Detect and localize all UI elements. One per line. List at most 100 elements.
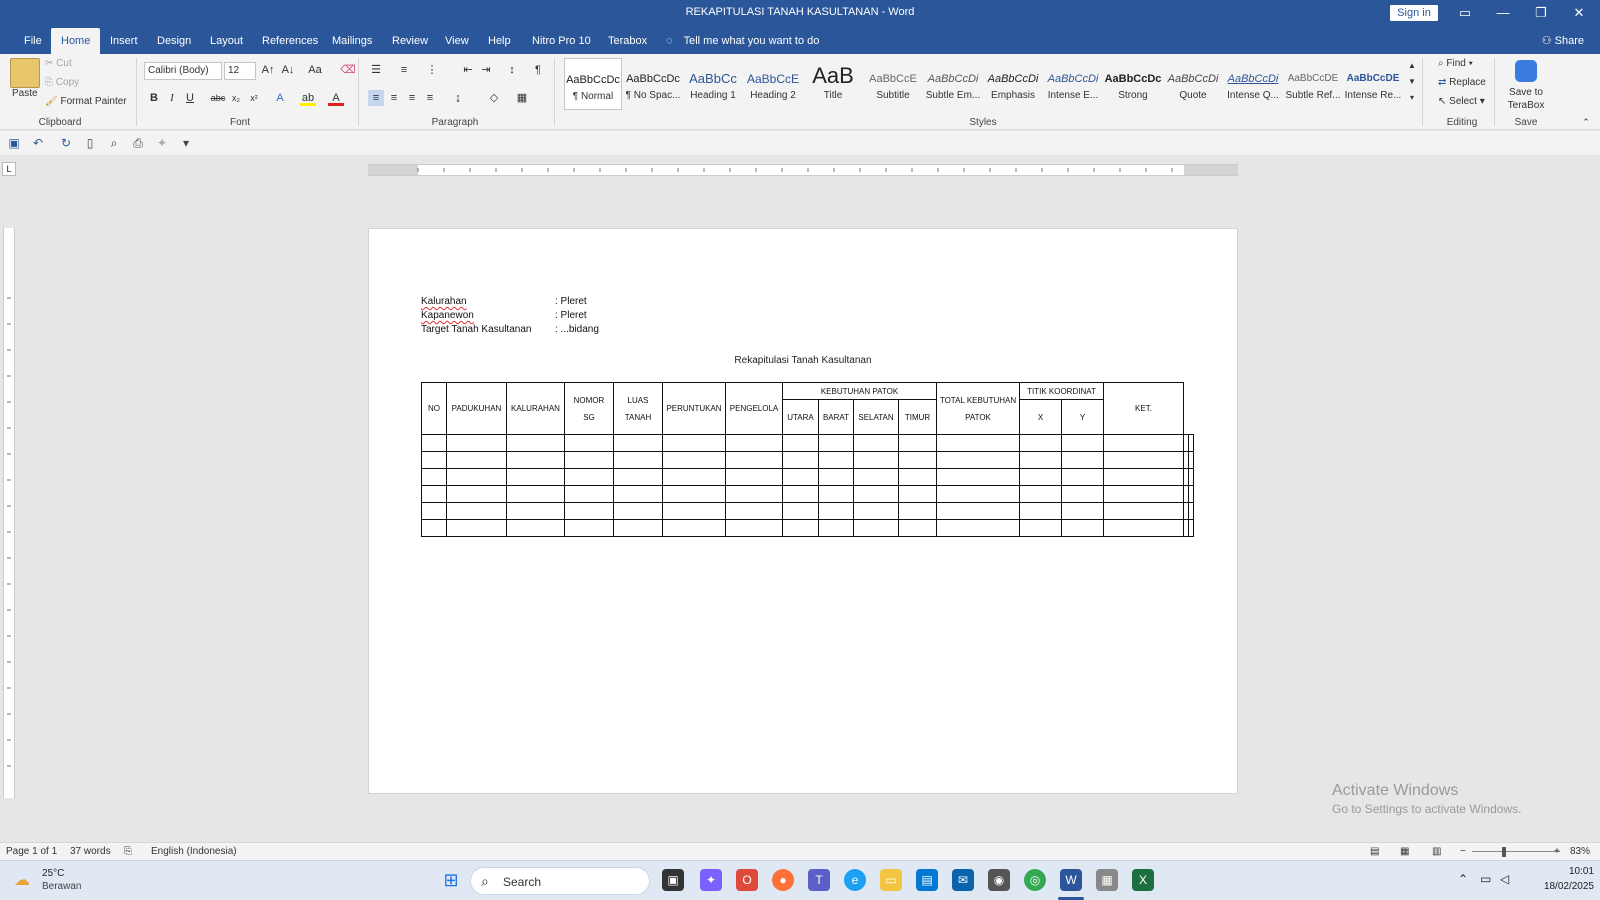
rekap-table[interactable]: NO PADUKUHAN KALURAHAN NOMOR SG LUAS TAN… <box>421 382 1194 537</box>
style-heading-2[interactable]: AaBbCcE Heading 2 <box>744 58 802 110</box>
table-cell[interactable] <box>782 434 819 452</box>
paste-icon[interactable] <box>10 58 40 88</box>
firefox-icon[interactable]: ● <box>772 869 794 891</box>
show-marks-icon[interactable]: ¶ <box>530 62 546 78</box>
table-cell[interactable] <box>1103 451 1184 469</box>
table-cell[interactable] <box>936 468 1020 486</box>
tab-design[interactable]: Design <box>147 28 201 54</box>
paste-button[interactable]: Paste <box>12 88 38 99</box>
chrome-icon[interactable]: ◎ <box>1024 869 1046 891</box>
close-button[interactable]: ✕ <box>1566 3 1592 23</box>
table-cell[interactable] <box>564 519 614 537</box>
nitro-icon[interactable]: ✦ <box>154 135 170 151</box>
tab-terabox[interactable]: Terabox <box>598 28 657 54</box>
zoom-level[interactable]: 83% <box>1570 846 1590 857</box>
italic-icon[interactable]: I <box>164 90 180 106</box>
table-cell[interactable] <box>421 485 447 503</box>
minimize-button[interactable]: — <box>1490 3 1516 23</box>
table-cell[interactable] <box>1188 468 1194 486</box>
terabox-icon[interactable] <box>1515 60 1537 82</box>
table-row[interactable] <box>421 434 1194 452</box>
redo-icon[interactable]: ↻ <box>58 135 74 151</box>
table-cell[interactable] <box>725 485 783 503</box>
undo-icon[interactable]: ↶ <box>30 135 46 151</box>
save-icon[interactable]: ▣ <box>6 135 22 151</box>
justify-icon[interactable]: ≡ <box>422 90 438 106</box>
table-cell[interactable] <box>818 468 854 486</box>
font-color-icon[interactable]: A <box>328 90 344 106</box>
style-emphasis[interactable]: AaBbCcDi Emphasis <box>984 58 1042 110</box>
table-cell[interactable] <box>1188 502 1194 520</box>
table-cell[interactable] <box>818 434 854 452</box>
table-cell[interactable] <box>446 468 507 486</box>
horizontal-ruler[interactable] <box>368 164 1238 176</box>
tab-insert[interactable]: Insert <box>100 28 148 54</box>
table-cell[interactable] <box>1019 519 1062 537</box>
table-cell[interactable] <box>782 485 819 503</box>
restore-button[interactable]: ❐ <box>1528 3 1554 23</box>
table-cell[interactable] <box>782 502 819 520</box>
table-cell[interactable] <box>1061 519 1104 537</box>
find-button[interactable]: ⌕ Find ▾ <box>1438 58 1473 69</box>
underline-icon[interactable]: U <box>182 90 198 106</box>
superscript-icon[interactable]: x² <box>246 90 262 106</box>
table-cell[interactable] <box>898 468 937 486</box>
font-size-dropdown[interactable]: 12 <box>224 62 256 80</box>
table-body[interactable] <box>421 434 1194 537</box>
share-button[interactable]: ⚇ Share <box>1542 28 1584 54</box>
office-icon[interactable]: O <box>736 869 758 891</box>
table-cell[interactable] <box>818 502 854 520</box>
table-cell[interactable] <box>1061 468 1104 486</box>
network-icon[interactable]: ▭ <box>1480 872 1491 886</box>
table-cell[interactable] <box>936 434 1020 452</box>
zoom-slider-track[interactable] <box>1472 851 1560 852</box>
table-cell[interactable] <box>818 451 854 469</box>
table-cell[interactable] <box>725 468 783 486</box>
zoom-in-icon[interactable]: + <box>1554 846 1560 857</box>
document-page[interactable]: Kalurahan : Pleret Kapanewon : Pleret Ta… <box>368 228 1238 794</box>
table-cell[interactable] <box>446 519 507 537</box>
style-title[interactable]: AaB Title <box>804 58 862 110</box>
teams-icon[interactable]: T <box>808 869 830 891</box>
page-count[interactable]: Page 1 of 1 <box>6 846 57 857</box>
read-mode-icon[interactable]: ▤ <box>1370 846 1379 857</box>
table-row[interactable] <box>421 502 1194 520</box>
tab-selector-icon[interactable]: L <box>2 162 16 176</box>
file-explorer-icon[interactable]: ▭ <box>880 869 902 891</box>
table-cell[interactable] <box>613 451 663 469</box>
table-cell[interactable] <box>662 468 726 486</box>
tab-references[interactable]: References <box>252 28 328 54</box>
table-cell[interactable] <box>782 468 819 486</box>
style-no-spacing[interactable]: AaBbCcDc ¶ No Spac... <box>624 58 682 110</box>
style-strong[interactable]: AaBbCcDc Strong <box>1104 58 1162 110</box>
tab-review[interactable]: Review <box>382 28 438 54</box>
table-cell[interactable] <box>1019 451 1062 469</box>
table-cell[interactable] <box>936 485 1020 503</box>
language[interactable]: English (Indonesia) <box>151 846 237 857</box>
align-left-icon[interactable]: ≡ <box>368 90 384 106</box>
vertical-ruler[interactable] <box>3 228 15 798</box>
table-cell[interactable] <box>853 485 899 503</box>
table-cell[interactable] <box>506 451 565 469</box>
taskbar-search[interactable]: ⌕ Search <box>470 867 650 895</box>
clock-date[interactable]: 18/02/2025 <box>1530 881 1594 892</box>
table-cell[interactable] <box>898 502 937 520</box>
table-cell[interactable] <box>446 485 507 503</box>
table-cell[interactable] <box>662 502 726 520</box>
table-cell[interactable] <box>1103 434 1184 452</box>
font-name-dropdown[interactable]: Calibri (Body) <box>144 62 222 80</box>
style-intense-emphasis[interactable]: AaBbCcDi Intense E... <box>1044 58 1102 110</box>
table-cell[interactable] <box>506 434 565 452</box>
windows-start-icon[interactable]: ⊞ <box>440 869 462 891</box>
table-cell[interactable] <box>1019 485 1062 503</box>
tab-help[interactable]: Help <box>478 28 521 54</box>
table-cell[interactable] <box>898 434 937 452</box>
table-cell[interactable] <box>1061 451 1104 469</box>
style-heading-1[interactable]: AaBbCc Heading 1 <box>684 58 742 110</box>
table-cell[interactable] <box>1103 485 1184 503</box>
table-cell[interactable] <box>853 468 899 486</box>
sort-icon[interactable]: ↕ <box>504 62 520 78</box>
table-cell[interactable] <box>1103 468 1184 486</box>
web-layout-icon[interactable]: ▥ <box>1432 846 1441 857</box>
table-cell[interactable] <box>818 519 854 537</box>
